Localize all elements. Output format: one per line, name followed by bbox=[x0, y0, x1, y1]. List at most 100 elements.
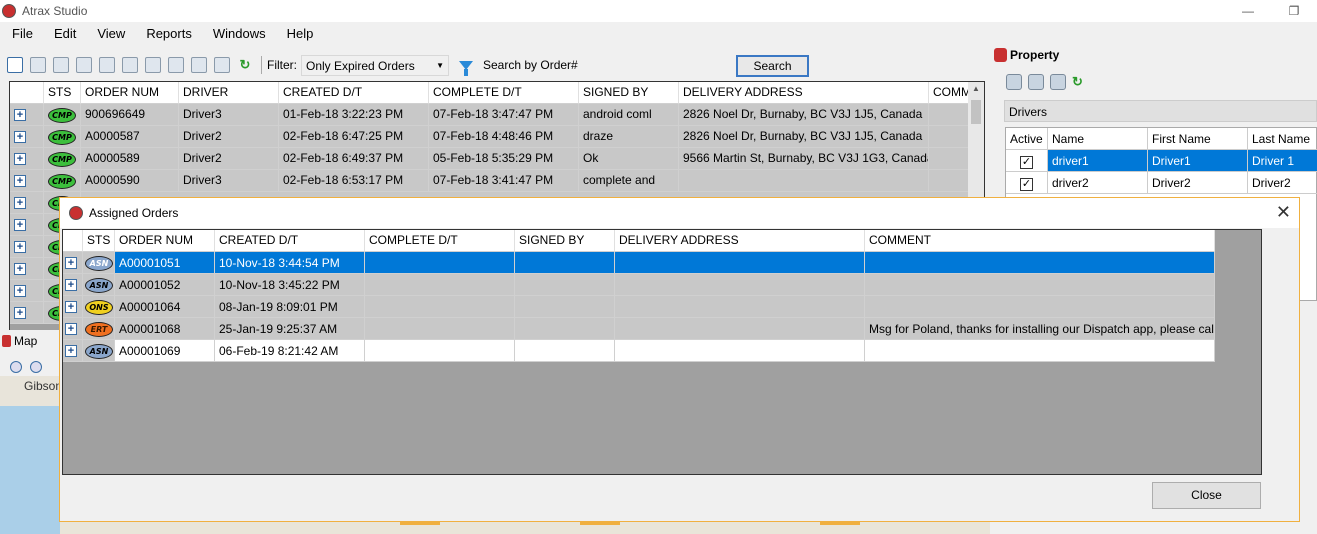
col-sts[interactable]: STS bbox=[44, 82, 81, 104]
new-order-icon[interactable] bbox=[7, 57, 23, 73]
expand-icon[interactable]: + bbox=[65, 301, 77, 313]
table-row[interactable]: + CMP A0000590 Driver3 02-Feb-18 6:53:17… bbox=[10, 170, 984, 192]
col-delivery-address[interactable]: DELIVERY ADDRESS bbox=[679, 82, 929, 104]
expand-icon[interactable]: + bbox=[14, 219, 26, 231]
expand-icon[interactable]: + bbox=[14, 109, 26, 121]
expand-icon[interactable]: + bbox=[65, 323, 77, 335]
col-order-num[interactable]: ORDER NUM bbox=[81, 82, 179, 104]
col-last-name[interactable]: Last Name bbox=[1248, 128, 1317, 150]
status-badge: ASN bbox=[85, 344, 113, 359]
expand-icon[interactable]: + bbox=[65, 257, 77, 269]
col-created[interactable]: CREATED D/T bbox=[279, 82, 429, 104]
col-signed-by[interactable]: SIGNED BY bbox=[515, 230, 615, 252]
menu-reports[interactable]: Reports bbox=[134, 26, 201, 41]
expand-icon[interactable]: + bbox=[14, 307, 26, 319]
export-icon[interactable] bbox=[122, 57, 138, 73]
refresh-icon[interactable]: ↻ bbox=[237, 57, 253, 73]
table-row[interactable]: + ONS A00001064 08-Jan-19 8:09:01 PM bbox=[63, 296, 1215, 318]
driver-location-icon[interactable] bbox=[1050, 74, 1066, 90]
minimize-button[interactable]: — bbox=[1225, 0, 1271, 22]
toolbar: ↻ Filter: Only Expired Orders ▼ Search b… bbox=[0, 52, 990, 78]
expand-icon[interactable]: + bbox=[14, 175, 26, 187]
close-icon[interactable]: ✕ bbox=[1276, 202, 1291, 223]
table-row[interactable]: + ASN A00001052 10-Nov-18 3:45:22 PM bbox=[63, 274, 1215, 296]
expand-icon[interactable]: + bbox=[65, 279, 77, 291]
table-row[interactable]: + CMP A0000589 Driver2 02-Feb-18 6:49:37… bbox=[10, 148, 984, 170]
delete-order-icon[interactable] bbox=[53, 57, 69, 73]
menu-help[interactable]: Help bbox=[275, 26, 323, 41]
col-active[interactable]: Active bbox=[1006, 128, 1048, 150]
table-row[interactable]: + ASN A00001069 06-Feb-19 8:21:42 AM bbox=[63, 340, 1215, 362]
property-logo-icon bbox=[994, 48, 1007, 62]
col-first-name[interactable]: First Name bbox=[1148, 128, 1248, 150]
report-icon[interactable] bbox=[191, 57, 207, 73]
table-row[interactable]: + ERT A00001068 25-Jan-19 9:25:37 AM Msg… bbox=[63, 318, 1215, 340]
col-signed-by[interactable]: SIGNED BY bbox=[579, 82, 679, 104]
expand-icon[interactable]: + bbox=[14, 263, 26, 275]
dispatch-icon[interactable] bbox=[99, 57, 115, 73]
edit-order-icon[interactable] bbox=[30, 57, 46, 73]
expand-icon[interactable]: + bbox=[14, 285, 26, 297]
map-road bbox=[580, 522, 620, 534]
expand-icon[interactable]: + bbox=[65, 345, 77, 357]
col-comment[interactable]: COMMENT bbox=[865, 230, 1215, 252]
table-row[interactable]: + CMP 900696649 Driver3 01-Feb-18 3:22:2… bbox=[10, 104, 984, 126]
map-place-label: Gibson bbox=[24, 379, 63, 393]
forward-icon[interactable] bbox=[145, 57, 161, 73]
search-button[interactable]: Search bbox=[736, 55, 809, 77]
col-order-num[interactable]: ORDER NUM bbox=[115, 230, 215, 252]
app-logo-icon bbox=[2, 4, 16, 18]
col-complete[interactable]: COMPLETE D/T bbox=[429, 82, 579, 104]
menu-file[interactable]: File bbox=[0, 26, 42, 41]
refresh-drivers-icon[interactable]: ↻ bbox=[1072, 74, 1088, 90]
drivers-section-label[interactable]: Drivers bbox=[1004, 100, 1317, 122]
col-sts[interactable]: STS bbox=[83, 230, 115, 252]
orders-header-row: STS ORDER NUM DRIVER CREATED D/T COMPLET… bbox=[10, 82, 984, 104]
col-driver[interactable]: DRIVER bbox=[179, 82, 279, 104]
dialog-title: Assigned Orders bbox=[89, 206, 179, 220]
menu-view[interactable]: View bbox=[85, 26, 134, 41]
scroll-thumb[interactable] bbox=[971, 100, 981, 124]
map-strip[interactable] bbox=[60, 522, 990, 534]
menu-bar: File Edit View Reports Windows Help bbox=[0, 22, 990, 44]
table-row[interactable]: + CMP A0000587 Driver2 02-Feb-18 6:47:25… bbox=[10, 126, 984, 148]
driver-row[interactable]: ✓ driver1 Driver1 Driver 1 bbox=[1006, 150, 1317, 172]
expand-icon[interactable]: + bbox=[14, 241, 26, 253]
expand-icon[interactable]: + bbox=[14, 131, 26, 143]
menu-windows[interactable]: Windows bbox=[201, 26, 275, 41]
funnel-icon[interactable] bbox=[459, 60, 473, 76]
filter-select[interactable]: Only Expired Orders ▼ bbox=[301, 54, 449, 76]
print-icon[interactable] bbox=[168, 57, 184, 73]
status-badge: ASN bbox=[85, 278, 113, 293]
close-button[interactable]: Close bbox=[1152, 482, 1261, 509]
zoom-in-icon[interactable] bbox=[10, 361, 22, 373]
app-title: Atrax Studio bbox=[22, 4, 88, 18]
filter-value: Only Expired Orders bbox=[306, 58, 415, 73]
search-by-label[interactable]: Search by Order# bbox=[483, 58, 578, 72]
restore-button[interactable]: ❐ bbox=[1271, 0, 1317, 22]
edit-driver-icon[interactable] bbox=[1028, 74, 1044, 90]
table-row[interactable]: + ASN A00001051 10-Nov-18 3:44:54 PM bbox=[63, 252, 1215, 274]
drivers-header-row: Active Name First Name Last Name bbox=[1006, 128, 1317, 150]
property-title: Property bbox=[994, 48, 1059, 62]
map-controls bbox=[10, 361, 50, 373]
scroll-up-icon[interactable]: ▲ bbox=[972, 84, 980, 93]
status-badge: ONS bbox=[85, 300, 113, 315]
col-created[interactable]: CREATED D/T bbox=[215, 230, 365, 252]
col-name[interactable]: Name bbox=[1048, 128, 1148, 150]
driver-row[interactable]: ✓ driver2 Driver2 Driver2 bbox=[1006, 172, 1317, 194]
menu-edit[interactable]: Edit bbox=[42, 26, 85, 41]
zoom-out-icon[interactable] bbox=[30, 361, 42, 373]
dialog-logo-icon bbox=[69, 206, 83, 220]
active-checkbox[interactable]: ✓ bbox=[1020, 156, 1033, 169]
expand-icon[interactable]: + bbox=[14, 153, 26, 165]
add-driver-icon[interactable] bbox=[1006, 74, 1022, 90]
assigned-orders-grid[interactable]: STS ORDER NUM CREATED D/T COMPLETE D/T S… bbox=[62, 229, 1262, 475]
col-delivery-address[interactable]: DELIVERY ADDRESS bbox=[615, 230, 865, 252]
status-badge: ERT bbox=[85, 322, 113, 337]
expand-icon[interactable]: + bbox=[14, 197, 26, 209]
settings-icon[interactable] bbox=[214, 57, 230, 73]
active-checkbox[interactable]: ✓ bbox=[1020, 178, 1033, 191]
col-complete[interactable]: COMPLETE D/T bbox=[365, 230, 515, 252]
assign-order-icon[interactable] bbox=[76, 57, 92, 73]
